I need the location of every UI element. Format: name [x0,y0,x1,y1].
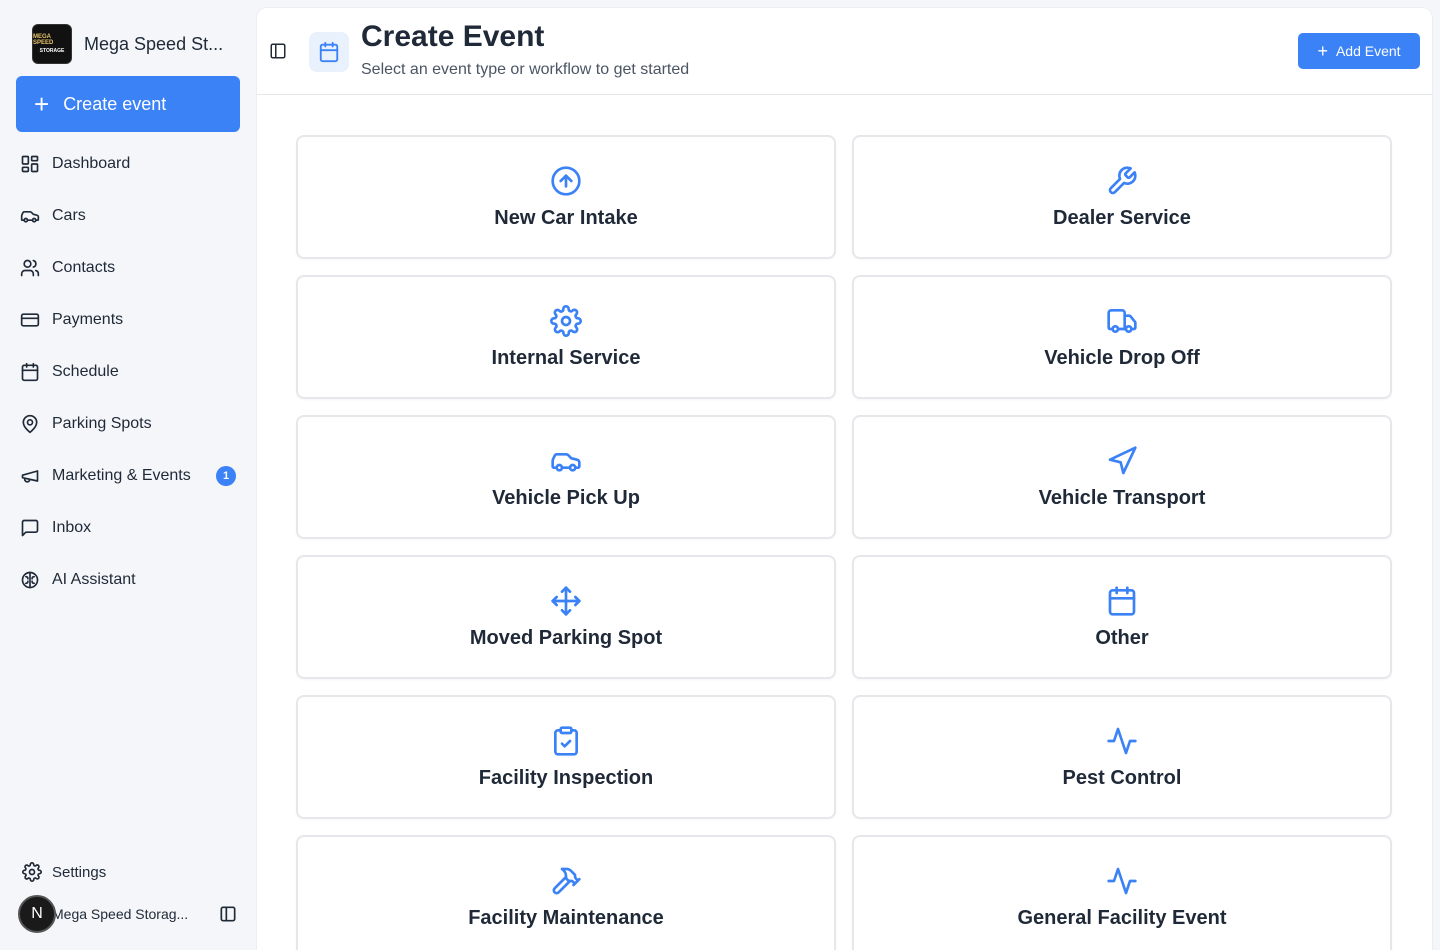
gear-icon [550,304,582,337]
add-event-label: Add Event [1335,43,1401,59]
navigation-icon [1108,445,1137,474]
sidebar-item-schedule[interactable]: Schedule [16,346,240,398]
event-type-grid: New Car Intake Dealer Service Internal S… [296,135,1392,950]
sidebar-item-parking-spots[interactable]: Parking Spots [16,398,240,450]
sidebar-item-label: Schedule [52,363,119,380]
hammer-icon [552,867,581,894]
event-card-label: Other [1095,626,1149,649]
event-card-label: Dealer Service [1053,206,1191,229]
sidebar-item-label: Marketing & Events [52,467,191,484]
brand-logo-line1: MEGA SPEED [33,33,54,47]
page-subtitle: Select an event type or workflow to get … [361,61,690,78]
move-icon [551,585,581,616]
activity-icon [1107,727,1137,754]
main-panel: Create Event Select an event type or wor… [257,8,1432,950]
plus-icon: + [34,89,50,119]
user-name: Mega Speed Storag... [52,906,189,922]
event-card-general-facility-event[interactable]: General Facility Event [852,835,1392,950]
avatar: N [18,895,56,933]
calendar-icon [1108,585,1136,616]
brand-logo: MEGA SPEED STORAGE [32,24,72,64]
sidebar-item-payments[interactable]: Payments [16,294,240,346]
event-card-pest-control[interactable]: Pest Control [852,695,1392,819]
event-card-label: Facility Maintenance [468,906,664,929]
event-card-label: New Car Intake [494,206,638,229]
truck-icon [1107,308,1137,333]
add-event-button[interactable]: + Add Event [1298,33,1420,69]
sidebar-item-inbox[interactable]: Inbox [16,502,240,554]
calendar-icon [21,362,39,382]
sidebar-item-contacts[interactable]: Contacts [16,242,240,294]
header-calendar-badge [309,32,349,72]
event-card-moved-parking-spot[interactable]: Moved Parking Spot [296,555,836,679]
event-card-label: General Facility Event [1017,906,1227,929]
brain-icon [21,571,39,589]
dashboard-icon [21,155,39,173]
event-card-label: Vehicle Drop Off [1044,346,1200,369]
sidebar: MEGA SPEED STORAGE Mega Speed St... + Cr… [0,0,256,950]
gear-icon [22,862,42,882]
event-card-facility-inspection[interactable]: Facility Inspection [296,695,836,819]
sidebar-item-dashboard[interactable]: Dashboard [16,138,240,190]
sidebar-toggle-icon[interactable] [269,42,287,60]
sidebar-item-settings[interactable]: Settings [22,862,106,882]
message-icon [21,519,39,537]
brand[interactable]: MEGA SPEED STORAGE Mega Speed St... [32,24,234,64]
sidebar-nav: Dashboard Cars Contacts Payments Schedul… [16,138,240,606]
brand-name: Mega Speed St... [84,33,224,54]
brand-logo-line2: STORAGE [39,47,65,54]
event-card-facility-maintenance[interactable]: Facility Maintenance [296,835,836,950]
page-header: Create Event Select an event type or wor… [257,8,1432,95]
event-card-dealer-service[interactable]: Dealer Service [852,135,1392,259]
event-card-vehicle-drop-off[interactable]: Vehicle Drop Off [852,275,1392,399]
sidebar-item-label: Cars [52,207,86,224]
car-icon [551,452,581,472]
sidebar-item-label: Dashboard [52,155,131,172]
page-title: Create Event [361,20,545,53]
event-card-vehicle-transport[interactable]: Vehicle Transport [852,415,1392,539]
wrench-icon [1108,165,1137,194]
event-card-internal-service[interactable]: Internal Service [296,275,836,399]
event-card-label: Moved Parking Spot [469,626,663,649]
event-card-new-car-intake[interactable]: New Car Intake [296,135,836,259]
event-card-label: Vehicle Pick Up [492,486,640,509]
users-icon [20,259,40,277]
sidebar-item-label: AI Assistant [52,571,136,588]
create-event-button[interactable]: + Create event [16,76,240,132]
user-menu[interactable]: N Mega Speed Storag... [18,894,240,934]
plus-icon: + [1317,41,1328,61]
sidebar-item-label: Payments [52,311,124,328]
settings-label: Settings [52,863,107,881]
event-card-label: Internal Service [491,346,641,369]
megaphone-icon [21,470,39,483]
notification-badge: 1 [216,466,236,486]
sidebar-toggle-icon[interactable] [218,904,238,924]
event-card-label: Facility Inspection [478,766,654,789]
event-card-other[interactable]: Other [852,555,1392,679]
arrow-up-circle-icon [551,165,581,196]
event-card-label: Vehicle Transport [1038,486,1206,509]
sidebar-item-ai-assistant[interactable]: AI Assistant [16,554,240,606]
activity-icon [1107,867,1137,894]
credit-card-icon [20,313,40,327]
event-card-label: Pest Control [1062,766,1182,789]
event-card-vehicle-pick-up[interactable]: Vehicle Pick Up [296,415,836,539]
clipboard-check-icon [554,725,578,756]
sidebar-item-cars[interactable]: Cars [16,190,240,242]
car-icon [20,211,40,223]
sidebar-item-label: Contacts [52,259,116,276]
map-pin-icon [22,414,38,434]
sidebar-item-label: Inbox [52,519,92,536]
sidebar-item-marketing-events[interactable]: Marketing & Events 1 [16,450,240,502]
sidebar-item-label: Parking Spots [52,415,152,432]
calendar-icon [319,41,339,63]
create-event-label: Create event [63,93,167,114]
